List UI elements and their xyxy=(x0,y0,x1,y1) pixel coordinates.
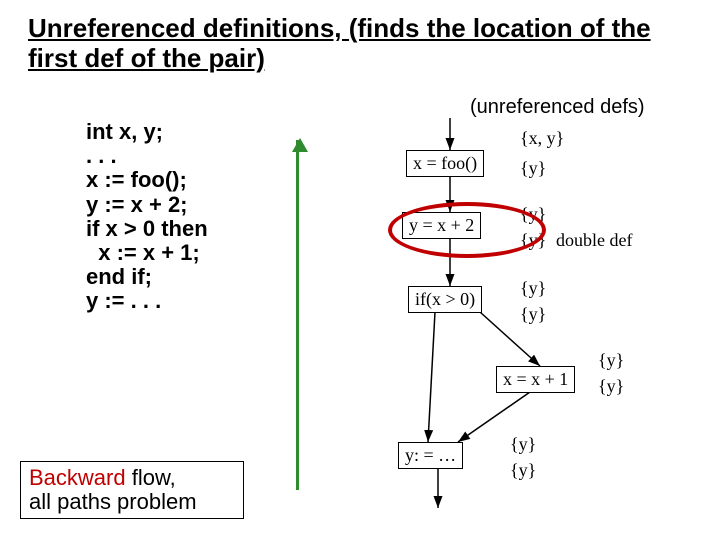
label-n2-out: {y} xyxy=(520,230,546,251)
label-n1-in: {x, y} xyxy=(520,128,564,149)
node-x-x-plus-1: x = x + 1 xyxy=(496,366,575,393)
backward-flow-arrow xyxy=(296,140,299,490)
backward-line2: all paths problem xyxy=(29,489,197,514)
label-n5-in: {y} xyxy=(510,434,536,455)
label-n3-out: {y} xyxy=(520,304,546,325)
code-block: int x, y; . . . x := foo(); y := x + 2; … xyxy=(86,120,208,314)
backward-rest: flow, xyxy=(126,465,176,490)
label-n1-out: {y} xyxy=(520,158,546,179)
label-n5-out: {y} xyxy=(510,460,536,481)
node-x-foo: x = foo() xyxy=(406,150,484,177)
label-n2-in: {y} xyxy=(520,204,546,225)
node-y-assign: y: = … xyxy=(398,442,463,469)
backward-flow-note: Backward flow, all paths problem xyxy=(20,461,244,519)
node-y-x-plus-2: y = x + 2 xyxy=(402,212,481,239)
label-n4-out: {y} xyxy=(598,376,624,397)
flow-diagram: x = foo() {x, y} {y} y = x + 2 {y} {y} d… xyxy=(380,110,700,530)
label-n3-in: {y} xyxy=(520,278,546,299)
backward-word: Backward xyxy=(29,465,126,490)
node-if-x-gt-0: if(x > 0) xyxy=(408,286,482,313)
label-n4-in: {y} xyxy=(598,350,624,371)
annotation-double-def: double def xyxy=(556,230,632,251)
page-title: Unreferenced definitions, (finds the loc… xyxy=(28,14,698,74)
